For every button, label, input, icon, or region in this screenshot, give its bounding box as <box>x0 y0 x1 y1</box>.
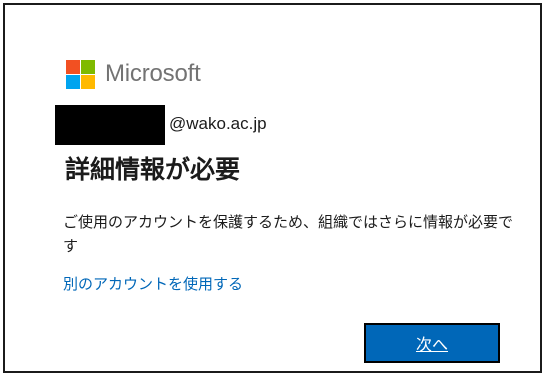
account-identity: @wako.ac.jp <box>55 105 267 145</box>
email-domain: @wako.ac.jp <box>169 114 267 133</box>
logo-square-blue <box>66 74 80 89</box>
redacted-username <box>55 105 165 145</box>
use-another-account-link[interactable]: 別のアカウントを使用する <box>63 273 243 294</box>
page-title: 詳細情報が必要 <box>65 155 241 184</box>
next-button[interactable]: 次へ <box>364 323 500 363</box>
description-text: ご使用のアカウントを保護するため、組織ではさらに情報が必要です <box>63 213 514 255</box>
microsoft-logo: Microsoft <box>66 58 201 90</box>
logo-square-red <box>66 59 80 74</box>
logo-square-yellow <box>81 74 95 89</box>
brand-name: Microsoft <box>105 60 201 87</box>
microsoft-logo-icon <box>66 59 95 89</box>
logo-square-green <box>81 59 95 74</box>
sign-in-card: Microsoft @wako.ac.jp 詳細情報が必要 ご使用のアカウントを… <box>3 3 542 373</box>
